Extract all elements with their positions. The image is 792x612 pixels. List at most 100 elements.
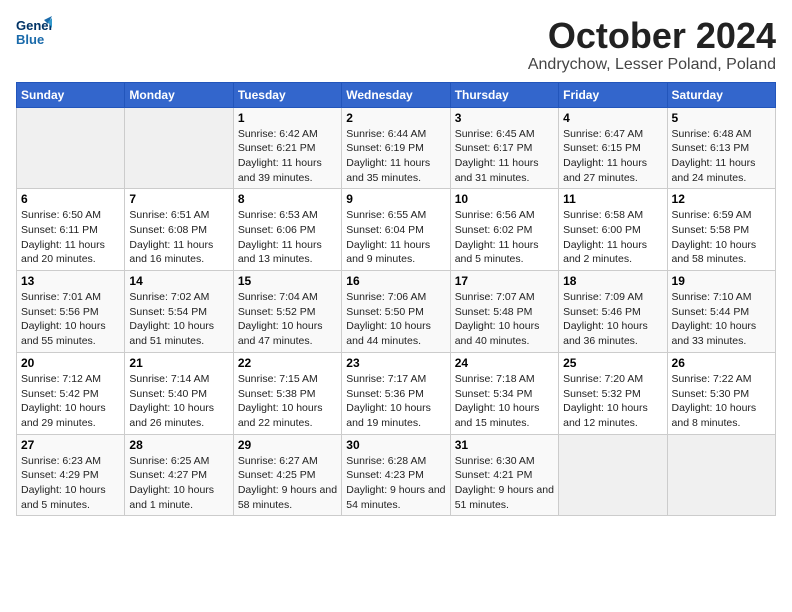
day-number: 20 — [21, 356, 120, 370]
week-row-1: 1 Sunrise: 6:42 AMSunset: 6:21 PMDaylight… — [17, 107, 776, 189]
day-number: 6 — [21, 192, 120, 206]
day-info: Sunrise: 7:09 AMSunset: 5:46 PMDaylight:… — [563, 290, 662, 349]
svg-text:Blue: Blue — [16, 32, 44, 47]
day-cell — [559, 434, 667, 516]
day-info: Sunrise: 6:51 AMSunset: 6:08 PMDaylight:… — [129, 208, 228, 267]
day-cell: 5 Sunrise: 6:48 AMSunset: 6:13 PMDaylight… — [667, 107, 775, 189]
day-cell: 11Sunrise: 6:58 AMSunset: 6:00 PMDayligh… — [559, 189, 667, 271]
day-info: Sunrise: 6:50 AMSunset: 6:11 PMDaylight:… — [21, 208, 120, 267]
day-number: 5 — [672, 111, 771, 125]
location: Andrychow, Lesser Poland, Poland — [528, 56, 776, 74]
day-cell: 27 Sunrise: 6:23 AMSunset: 4:29 PMDayligh… — [17, 434, 125, 516]
day-number: 29 — [238, 438, 337, 452]
day-number: 8 — [238, 192, 337, 206]
week-row-4: 20 Sunrise: 7:12 AMSunset: 5:42 PMDayligh… — [17, 352, 776, 434]
day-number: 22 — [238, 356, 337, 370]
month-title: October 2024 — [528, 16, 776, 56]
day-number: 17 — [455, 274, 554, 288]
day-info: Sunrise: 6:23 AMSunset: 4:29 PMDaylight:… — [21, 454, 120, 513]
day-info: Sunrise: 7:07 AMSunset: 5:48 PMDaylight:… — [455, 290, 554, 349]
day-cell — [17, 107, 125, 189]
day-number: 19 — [672, 274, 771, 288]
day-cell: 21 Sunrise: 7:14 AMSunset: 5:40 PMDayligh… — [125, 352, 233, 434]
day-cell: 14 Sunrise: 7:02 AMSunset: 5:54 PMDayligh… — [125, 271, 233, 353]
day-info: Sunrise: 6:58 AMSunset: 6:00 PMDaylight:… — [563, 208, 662, 267]
day-number: 27 — [21, 438, 120, 452]
day-cell: 30 Sunrise: 6:28 AMSunset: 4:23 PMDayligh… — [342, 434, 450, 516]
week-row-3: 13Sunrise: 7:01 AMSunset: 5:56 PMDayligh… — [17, 271, 776, 353]
day-number: 16 — [346, 274, 445, 288]
day-number: 24 — [455, 356, 554, 370]
calendar-table: SundayMondayTuesdayWednesdayThursdayFrid… — [16, 82, 776, 517]
day-cell: 13Sunrise: 7:01 AMSunset: 5:56 PMDayligh… — [17, 271, 125, 353]
day-info: Sunrise: 7:15 AMSunset: 5:38 PMDaylight:… — [238, 372, 337, 431]
day-cell: 26Sunrise: 7:22 AMSunset: 5:30 PMDayligh… — [667, 352, 775, 434]
day-cell: 25 Sunrise: 7:20 AMSunset: 5:32 PMDayligh… — [559, 352, 667, 434]
day-info: Sunrise: 7:14 AMSunset: 5:40 PMDaylight:… — [129, 372, 228, 431]
day-info: Sunrise: 6:30 AMSunset: 4:21 PMDaylight:… — [455, 454, 554, 513]
col-header-sunday: Sunday — [17, 82, 125, 107]
day-number: 31 — [455, 438, 554, 452]
day-info: Sunrise: 6:42 AMSunset: 6:21 PMDaylight:… — [238, 127, 337, 186]
day-info: Sunrise: 7:12 AMSunset: 5:42 PMDaylight:… — [21, 372, 120, 431]
day-cell: 16 Sunrise: 7:06 AMSunset: 5:50 PMDayligh… — [342, 271, 450, 353]
day-info: Sunrise: 6:44 AMSunset: 6:19 PMDaylight:… — [346, 127, 445, 186]
day-info: Sunrise: 7:01 AMSunset: 5:56 PMDaylight:… — [21, 290, 120, 349]
day-number: 18 — [563, 274, 662, 288]
day-cell: 8Sunrise: 6:53 AMSunset: 6:06 PMDaylight… — [233, 189, 341, 271]
day-number: 21 — [129, 356, 228, 370]
logo: General Blue — [16, 16, 52, 48]
day-cell: 10 Sunrise: 6:56 AMSunset: 6:02 PMDayligh… — [450, 189, 558, 271]
day-info: Sunrise: 6:45 AMSunset: 6:17 PMDaylight:… — [455, 127, 554, 186]
day-info: Sunrise: 6:55 AMSunset: 6:04 PMDaylight:… — [346, 208, 445, 267]
day-info: Sunrise: 7:20 AMSunset: 5:32 PMDaylight:… — [563, 372, 662, 431]
day-cell: 9 Sunrise: 6:55 AMSunset: 6:04 PMDaylight… — [342, 189, 450, 271]
day-cell: 19 Sunrise: 7:10 AMSunset: 5:44 PMDayligh… — [667, 271, 775, 353]
day-cell: 28Sunrise: 6:25 AMSunset: 4:27 PMDayligh… — [125, 434, 233, 516]
day-info: Sunrise: 6:27 AMSunset: 4:25 PMDaylight:… — [238, 454, 337, 513]
day-cell: 17 Sunrise: 7:07 AMSunset: 5:48 PMDayligh… — [450, 271, 558, 353]
day-cell: 18 Sunrise: 7:09 AMSunset: 5:46 PMDayligh… — [559, 271, 667, 353]
day-number: 12 — [672, 192, 771, 206]
header-row: SundayMondayTuesdayWednesdayThursdayFrid… — [17, 82, 776, 107]
logo-icon: General Blue — [16, 16, 52, 48]
day-number: 3 — [455, 111, 554, 125]
day-number: 28 — [129, 438, 228, 452]
day-info: Sunrise: 6:48 AMSunset: 6:13 PMDaylight:… — [672, 127, 771, 186]
day-number: 15 — [238, 274, 337, 288]
day-number: 23 — [346, 356, 445, 370]
day-cell: 24 Sunrise: 7:18 AMSunset: 5:34 PMDayligh… — [450, 352, 558, 434]
day-info: Sunrise: 7:02 AMSunset: 5:54 PMDaylight:… — [129, 290, 228, 349]
day-info: Sunrise: 7:04 AMSunset: 5:52 PMDaylight:… — [238, 290, 337, 349]
day-number: 30 — [346, 438, 445, 452]
col-header-friday: Friday — [559, 82, 667, 107]
page-header: General Blue October 2024 Andrychow, Les… — [16, 16, 776, 74]
day-number: 10 — [455, 192, 554, 206]
week-row-2: 6 Sunrise: 6:50 AMSunset: 6:11 PMDaylight… — [17, 189, 776, 271]
day-cell: 7Sunrise: 6:51 AMSunset: 6:08 PMDaylight… — [125, 189, 233, 271]
col-header-wednesday: Wednesday — [342, 82, 450, 107]
day-number: 4 — [563, 111, 662, 125]
day-cell — [125, 107, 233, 189]
day-info: Sunrise: 6:28 AMSunset: 4:23 PMDaylight:… — [346, 454, 445, 513]
day-cell: 15 Sunrise: 7:04 AMSunset: 5:52 PMDayligh… — [233, 271, 341, 353]
day-cell: 1 Sunrise: 6:42 AMSunset: 6:21 PMDaylight… — [233, 107, 341, 189]
col-header-tuesday: Tuesday — [233, 82, 341, 107]
day-info: Sunrise: 6:59 AMSunset: 5:58 PMDaylight:… — [672, 208, 771, 267]
day-info: Sunrise: 7:10 AMSunset: 5:44 PMDaylight:… — [672, 290, 771, 349]
title-block: October 2024 Andrychow, Lesser Poland, P… — [528, 16, 776, 74]
day-number: 14 — [129, 274, 228, 288]
day-info: Sunrise: 7:06 AMSunset: 5:50 PMDaylight:… — [346, 290, 445, 349]
week-row-5: 27 Sunrise: 6:23 AMSunset: 4:29 PMDayligh… — [17, 434, 776, 516]
day-cell: 6 Sunrise: 6:50 AMSunset: 6:11 PMDaylight… — [17, 189, 125, 271]
day-info: Sunrise: 6:56 AMSunset: 6:02 PMDaylight:… — [455, 208, 554, 267]
day-info: Sunrise: 7:18 AMSunset: 5:34 PMDaylight:… — [455, 372, 554, 431]
day-number: 9 — [346, 192, 445, 206]
day-cell: 23Sunrise: 7:17 AMSunset: 5:36 PMDayligh… — [342, 352, 450, 434]
day-number: 25 — [563, 356, 662, 370]
day-cell: 2Sunrise: 6:44 AMSunset: 6:19 PMDaylight… — [342, 107, 450, 189]
day-cell: 12 Sunrise: 6:59 AMSunset: 5:58 PMDayligh… — [667, 189, 775, 271]
col-header-thursday: Thursday — [450, 82, 558, 107]
day-info: Sunrise: 6:47 AMSunset: 6:15 PMDaylight:… — [563, 127, 662, 186]
day-number: 1 — [238, 111, 337, 125]
